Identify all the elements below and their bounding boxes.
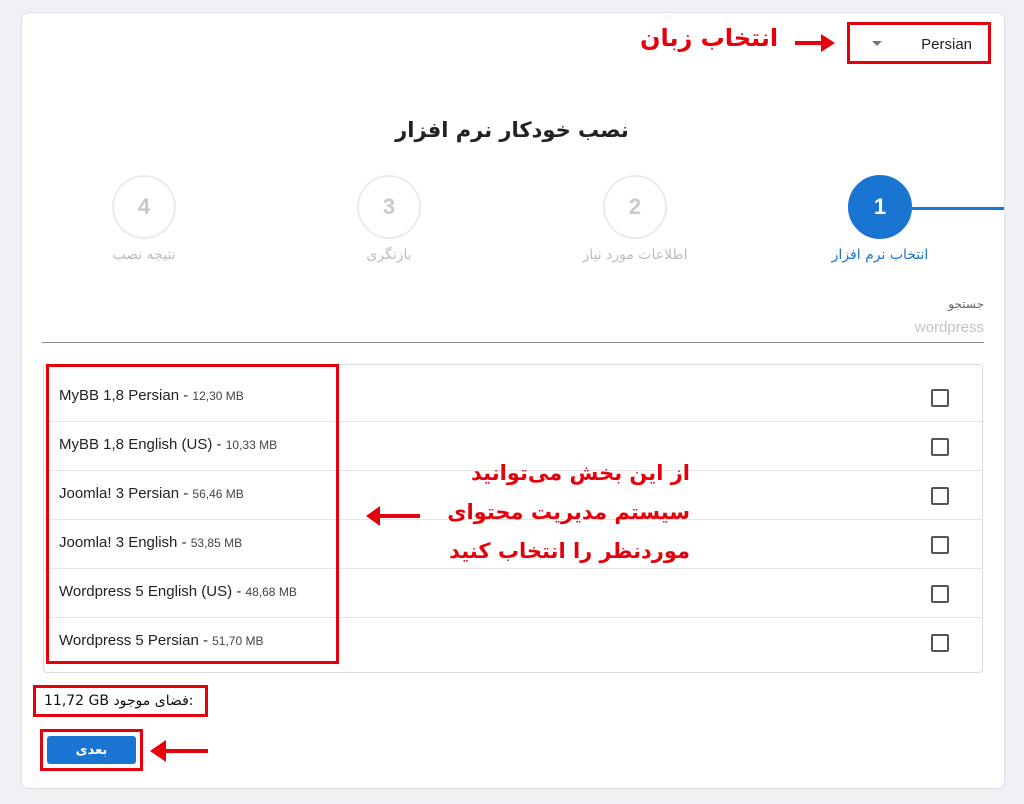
language-annotation: انتخاب زبان bbox=[640, 24, 779, 52]
free-space-value: 11,72 GB bbox=[44, 693, 109, 709]
search-input[interactable] bbox=[42, 312, 984, 343]
list-item[interactable]: MyBB 1,8 Persian - 12,30 MB bbox=[44, 373, 982, 422]
step-2-circle: 2 bbox=[603, 175, 667, 239]
next-button[interactable]: بعدی bbox=[47, 736, 136, 764]
step-4-label: نتیجه نصب bbox=[112, 247, 176, 263]
next-button-frame: بعدی bbox=[40, 729, 143, 771]
select-checkbox[interactable] bbox=[931, 389, 949, 407]
content-annotation-line1: از این بخش می‌توانید bbox=[471, 461, 690, 485]
step-2-label: اطلاعات مورد نیاز bbox=[582, 247, 688, 263]
next-arrow-icon bbox=[150, 740, 208, 762]
page-title: نصب خودکار نرم افزار bbox=[395, 118, 629, 142]
select-checkbox[interactable] bbox=[931, 585, 949, 603]
content-annotation: از این بخش می‌توانید سیستم مدیریت محتوای… bbox=[440, 454, 690, 571]
step-4-circle: 4 bbox=[112, 175, 176, 239]
language-select[interactable]: Persian bbox=[847, 22, 991, 64]
list-item[interactable]: Wordpress 5 Persian - 51,70 MB bbox=[44, 618, 982, 667]
software-name: Wordpress 5 English (US) - bbox=[59, 583, 246, 600]
step-1-label: انتخاب نرم افزار bbox=[831, 247, 929, 263]
step-3-label: بازنگری bbox=[366, 247, 412, 263]
step-1: 1 انتخاب نرم افزار bbox=[805, 175, 955, 263]
search-label: جستجو bbox=[948, 297, 984, 311]
software-size: 51,70 MB bbox=[212, 634, 264, 648]
content-annotation-line3: موردنظر را انتخاب کنید bbox=[449, 539, 690, 563]
software-name: MyBB 1,8 English (US) - bbox=[59, 436, 226, 453]
step-4: 4 نتیجه نصب bbox=[69, 175, 219, 263]
select-checkbox[interactable] bbox=[931, 536, 949, 554]
select-checkbox[interactable] bbox=[931, 438, 949, 456]
software-name: Joomla! 3 English - bbox=[59, 534, 191, 551]
free-space-label: فضای موجود: bbox=[113, 693, 194, 709]
content-annotation-line2: سیستم مدیریت محتوای bbox=[447, 500, 690, 524]
step-3-circle: 3 bbox=[357, 175, 421, 239]
list-arrow-icon bbox=[366, 506, 420, 526]
free-space-box: 11,72 GB فضای موجود: bbox=[33, 685, 208, 717]
language-select-value: Persian bbox=[921, 36, 972, 53]
select-checkbox[interactable] bbox=[931, 487, 949, 505]
software-size: 53,85 MB bbox=[190, 536, 243, 550]
software-size: 12,30 MB bbox=[192, 389, 244, 403]
language-arrow-icon bbox=[795, 34, 835, 52]
step-2: 2 اطلاعات مورد نیاز bbox=[560, 175, 710, 263]
software-size: 10,33 MB bbox=[225, 438, 278, 452]
software-name: Joomla! 3 Persian - bbox=[59, 485, 193, 502]
software-name: MyBB 1,8 Persian - bbox=[59, 387, 193, 404]
step-3: 3 بازنگری bbox=[314, 175, 464, 263]
software-name: Wordpress 5 Persian - bbox=[59, 632, 213, 649]
software-size: 48,68 MB bbox=[245, 585, 297, 599]
dropdown-caret-icon[interactable] bbox=[872, 41, 882, 46]
step-1-circle: 1 bbox=[848, 175, 912, 239]
software-size: 56,46 MB bbox=[192, 487, 244, 501]
select-checkbox[interactable] bbox=[931, 634, 949, 652]
list-item[interactable]: Wordpress 5 English (US) - 48,68 MB bbox=[44, 569, 982, 618]
